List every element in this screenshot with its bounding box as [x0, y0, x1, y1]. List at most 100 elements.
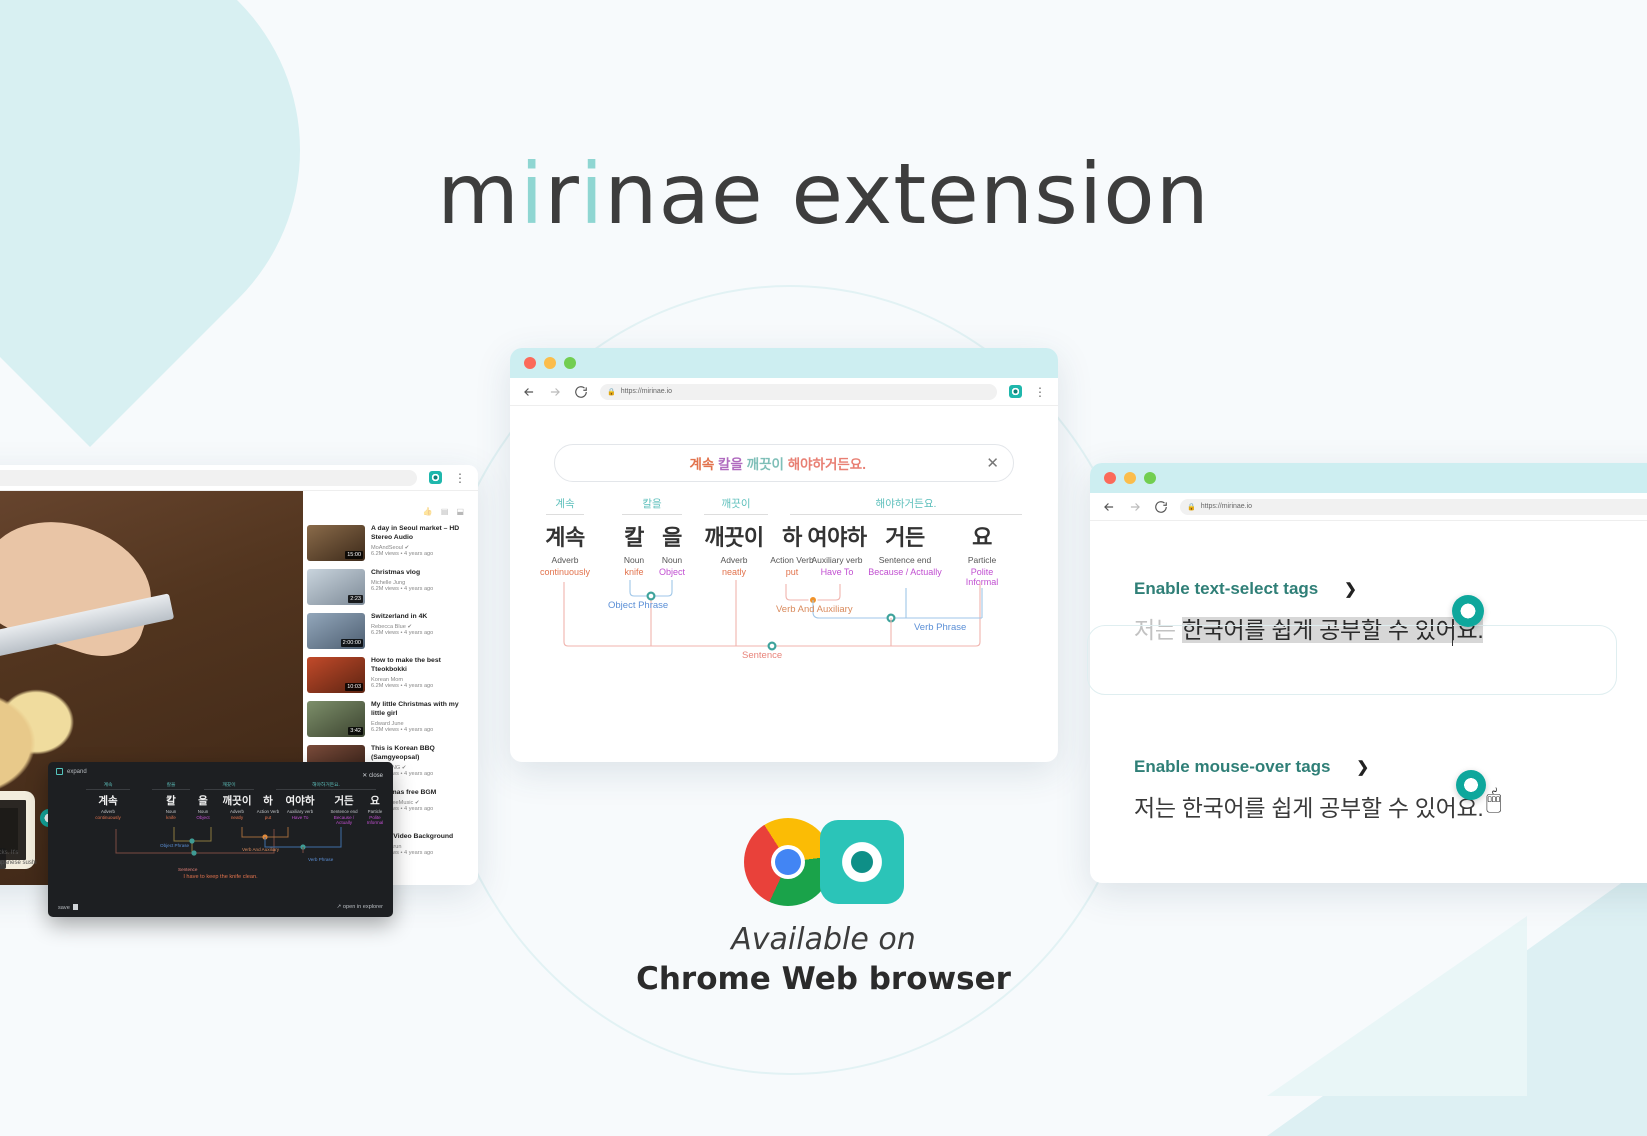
parse-token-korean: 칼: [624, 525, 644, 550]
share-icon[interactable]: ▤: [441, 507, 449, 516]
video-thumbnail[interactable]: 2:00:00: [307, 613, 365, 649]
close-traffic-light[interactable]: [1104, 472, 1116, 484]
parse-group-label: 해야하거든요.: [790, 496, 1022, 515]
forward-icon[interactable]: [1128, 500, 1142, 514]
enable-text-select-label: Enable text-select tags: [1134, 579, 1319, 598]
video-thumbnail[interactable]: 2:23: [307, 569, 365, 605]
clear-search-button[interactable]: ✕: [986, 454, 999, 472]
reload-icon[interactable]: [574, 385, 588, 399]
parse-token-gloss: Polite Informal: [965, 567, 999, 587]
video-list-item[interactable]: 2:00:00 Switzerland in 4K Rebecca Blue ✔ 6.…: [307, 613, 472, 649]
minimize-traffic-light[interactable]: [1124, 472, 1136, 484]
dark-parse-token-pos: Sentence end: [330, 809, 358, 814]
chevron-right-icon[interactable]: ❯: [1344, 580, 1357, 598]
video-action-icons: 👍 ▤ ⬓: [423, 507, 464, 516]
right-title-bar: [1090, 463, 1647, 493]
parse-node-label[interactable]: Sentence: [742, 650, 782, 661]
maximize-traffic-light[interactable]: [1144, 472, 1156, 484]
video-stats: 6.2M views • 4 years ago: [371, 550, 434, 557]
page-title: mirinae extension: [0, 152, 1647, 236]
text-select-heading-row[interactable]: Enable text-select tags ❯: [1134, 579, 1646, 599]
video-metadata: How to make the best Tteokbokki Korean Mo…: [371, 657, 472, 693]
mouse-over-heading-row[interactable]: Enable mouse-over tags ❯: [1134, 757, 1646, 777]
available-on-label: Available on: [731, 922, 916, 957]
parse-token-pos: Sentence end: [878, 555, 932, 565]
parse-token-korean: 요: [972, 525, 992, 550]
video-metadata: Switzerland in 4K Rebecca Blue ✔ 6.2M view…: [371, 613, 472, 649]
left-url-bar[interactable]: 🔒 https://onechol.com: [0, 469, 417, 486]
parse-token-pos: Adverb: [551, 555, 579, 565]
parse-token-gloss: knife: [624, 567, 644, 577]
parse-token-pos: Noun: [623, 555, 645, 565]
search-word-3: 깨끗이: [746, 457, 784, 472]
dark-parse-token[interactable]: 칼 Noun knife: [156, 793, 186, 820]
dark-popup-close-button[interactable]: ✕ close: [362, 772, 383, 779]
parse-node-label[interactable]: Verb And Auxiliary: [776, 604, 853, 615]
browser-menu-icon[interactable]: ⋮: [454, 472, 466, 484]
forward-icon[interactable]: [548, 385, 562, 399]
lock-icon: 🔒: [607, 388, 616, 396]
video-list-item[interactable]: 3:42 My little Christmas with my little g…: [307, 701, 472, 737]
main-url-bar[interactable]: 🔒 https://mirinae.io: [600, 383, 997, 400]
parse-token[interactable]: 칼 Noun knife: [614, 520, 654, 577]
dark-parse-token[interactable]: 계속 Adverb continuously: [86, 793, 130, 820]
search-word-2: 칼을: [718, 457, 743, 472]
back-icon[interactable]: [1102, 500, 1116, 514]
maximize-traffic-light[interactable]: [564, 357, 576, 369]
video-duration-badge: 2:23: [348, 595, 363, 603]
minimize-traffic-light[interactable]: [544, 357, 556, 369]
sentence-search-text: 계속 칼을 깨끗이 해야하거든요.: [569, 453, 986, 473]
mirinae-badge-mouse-over[interactable]: [1456, 770, 1486, 800]
video-thumbnail[interactable]: 15:00: [307, 525, 365, 561]
lock-icon: 🔒: [1187, 503, 1196, 511]
video-title: How to make the best Tteokbokki: [371, 657, 441, 673]
chevron-right-icon[interactable]: ❯: [1357, 758, 1370, 776]
video-list-item[interactable]: 2:23 Christmas vlog Michelle Jung 6.2M view…: [307, 569, 472, 605]
parse-token[interactable]: 을 Noun Object: [652, 520, 692, 577]
sentence-search-bar[interactable]: 계속 칼을 깨끗이 해야하거든요. ✕: [554, 444, 1014, 482]
dark-parse-token[interactable]: 여야하 Auxiliary verb Have To: [278, 793, 322, 820]
parse-node-label[interactable]: Verb Phrase: [914, 622, 966, 633]
parse-token-gloss: Object: [658, 567, 685, 577]
expand-icon[interactable]: [56, 768, 63, 775]
video-metadata: My little Christmas with my little girl E…: [371, 701, 472, 737]
video-list-item[interactable]: 10:03 How to make the best Tteokbokki Kore…: [307, 657, 472, 693]
right-url-text: https://mirinae.io: [1200, 503, 1253, 510]
page-title-part-3: nae extension: [604, 145, 1210, 243]
mirinae-logo-icon: [819, 820, 904, 904]
video-duration-badge: 3:42: [348, 727, 363, 735]
right-url-bar[interactable]: 🔒 https://mirinae.io: [1180, 498, 1647, 515]
mirinae-extension-icon[interactable]: [1009, 385, 1022, 398]
mirinae-badge-text-select[interactable]: [1452, 595, 1484, 627]
close-traffic-light[interactable]: [524, 357, 536, 369]
parse-tree: 계속 칼을 깨끗이 해야하거든요. 계속 Adverb continuously 칼 Noun…: [540, 496, 1022, 696]
dark-popup-header: expand: [48, 762, 393, 781]
parse-token-pos: Adverb: [720, 555, 748, 565]
parse-token[interactable]: 깨끗이 Adverb neatly: [698, 520, 770, 577]
back-icon[interactable]: [522, 385, 536, 399]
reload-icon[interactable]: [1154, 500, 1168, 514]
dark-parse-group-label: 칼을: [152, 781, 190, 790]
parse-group-label: 계속: [546, 496, 584, 515]
video-duration-badge: 15:00: [345, 551, 363, 559]
text-caret: [1452, 620, 1453, 646]
parse-token[interactable]: 계속 Adverb continuously: [536, 520, 594, 577]
chrome-logo-icon: [743, 818, 832, 906]
browser-menu-icon[interactable]: ⋮: [1034, 386, 1046, 398]
parse-node-label[interactable]: Object Phrase: [608, 600, 668, 611]
parse-token-gloss: Because / Actually: [868, 567, 942, 577]
video-list-item[interactable]: 15:00 A day in Seoul market – HD Stereo A…: [307, 525, 472, 561]
parse-token[interactable]: 거든 Sentence end Because / Actually: [866, 520, 944, 577]
video-title: This is Korean BBQ (Samgyeopsal): [371, 745, 435, 761]
parse-token[interactable]: 요 Particle Polite Informal: [956, 520, 1008, 587]
like-icon[interactable]: 👍: [423, 507, 433, 516]
video-thumbnail[interactable]: 10:03: [307, 657, 365, 693]
video-thumbnail[interactable]: 3:42: [307, 701, 365, 737]
mirinae-extension-icon[interactable]: [429, 471, 442, 484]
video-duration-badge: 10:03: [345, 683, 363, 691]
save-icon[interactable]: ⬓: [456, 507, 464, 516]
enable-mouse-over-label: Enable mouse-over tags: [1134, 757, 1331, 776]
parse-token-pos: Particle: [967, 555, 997, 565]
dark-popup-expand-label[interactable]: expand: [67, 769, 87, 775]
dark-parse-group-label: 깨끗이: [204, 781, 254, 790]
